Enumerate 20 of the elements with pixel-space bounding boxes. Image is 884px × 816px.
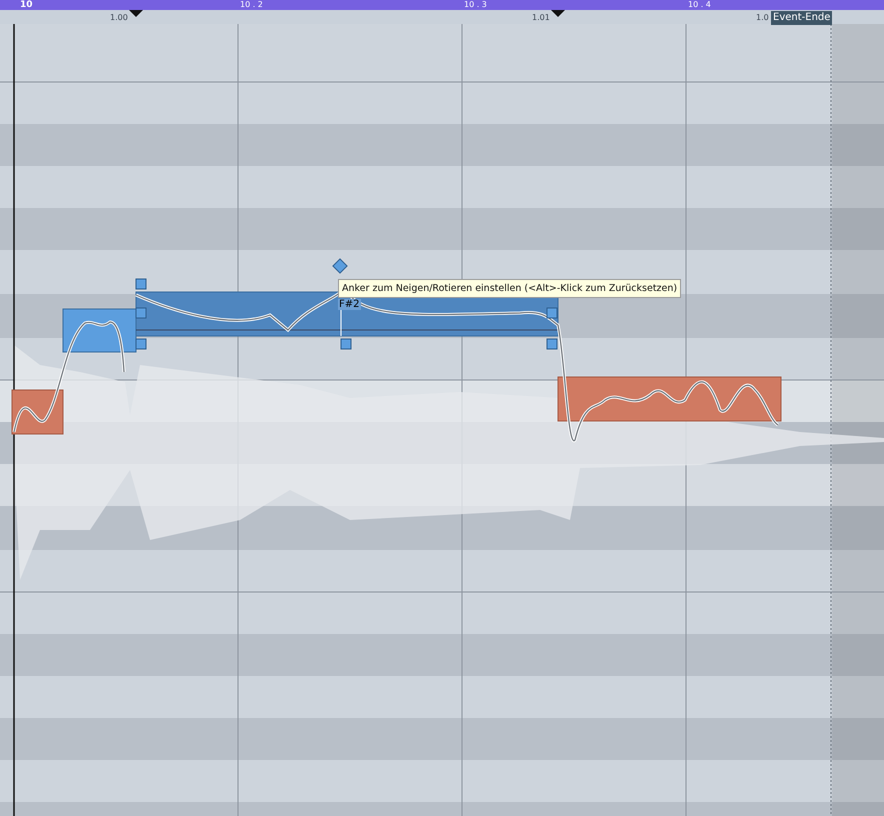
marker-label: 1.00: [110, 13, 128, 22]
marker-label: 1.0: [756, 13, 769, 22]
bar-number: 10 . 4: [688, 0, 711, 10]
note-block[interactable]: [62, 308, 136, 352]
marker-triangle-icon[interactable]: [129, 10, 143, 17]
resize-handle[interactable]: [546, 338, 558, 350]
bar-number: 10: [20, 0, 33, 10]
marker-triangle-icon[interactable]: [551, 10, 565, 17]
resize-handle[interactable]: [340, 338, 352, 350]
resize-handle[interactable]: [136, 338, 146, 350]
event-end-label: Event-Ende: [771, 11, 832, 25]
marker-label: 1.01: [532, 13, 550, 22]
bar-number: 10 . 2: [240, 0, 263, 10]
note-pitch-label: F#2: [338, 299, 360, 310]
tooltip: Anker zum Neigen/Rotieren einstellen (<Alt>-Klick zum Zurücksetzen): [338, 279, 682, 298]
bar-number: 10 . 3: [464, 0, 487, 10]
note-block[interactable]: [558, 376, 782, 422]
resize-handle[interactable]: [546, 308, 558, 318]
resize-handle[interactable]: [136, 308, 146, 318]
resize-handle[interactable]: [136, 278, 146, 290]
